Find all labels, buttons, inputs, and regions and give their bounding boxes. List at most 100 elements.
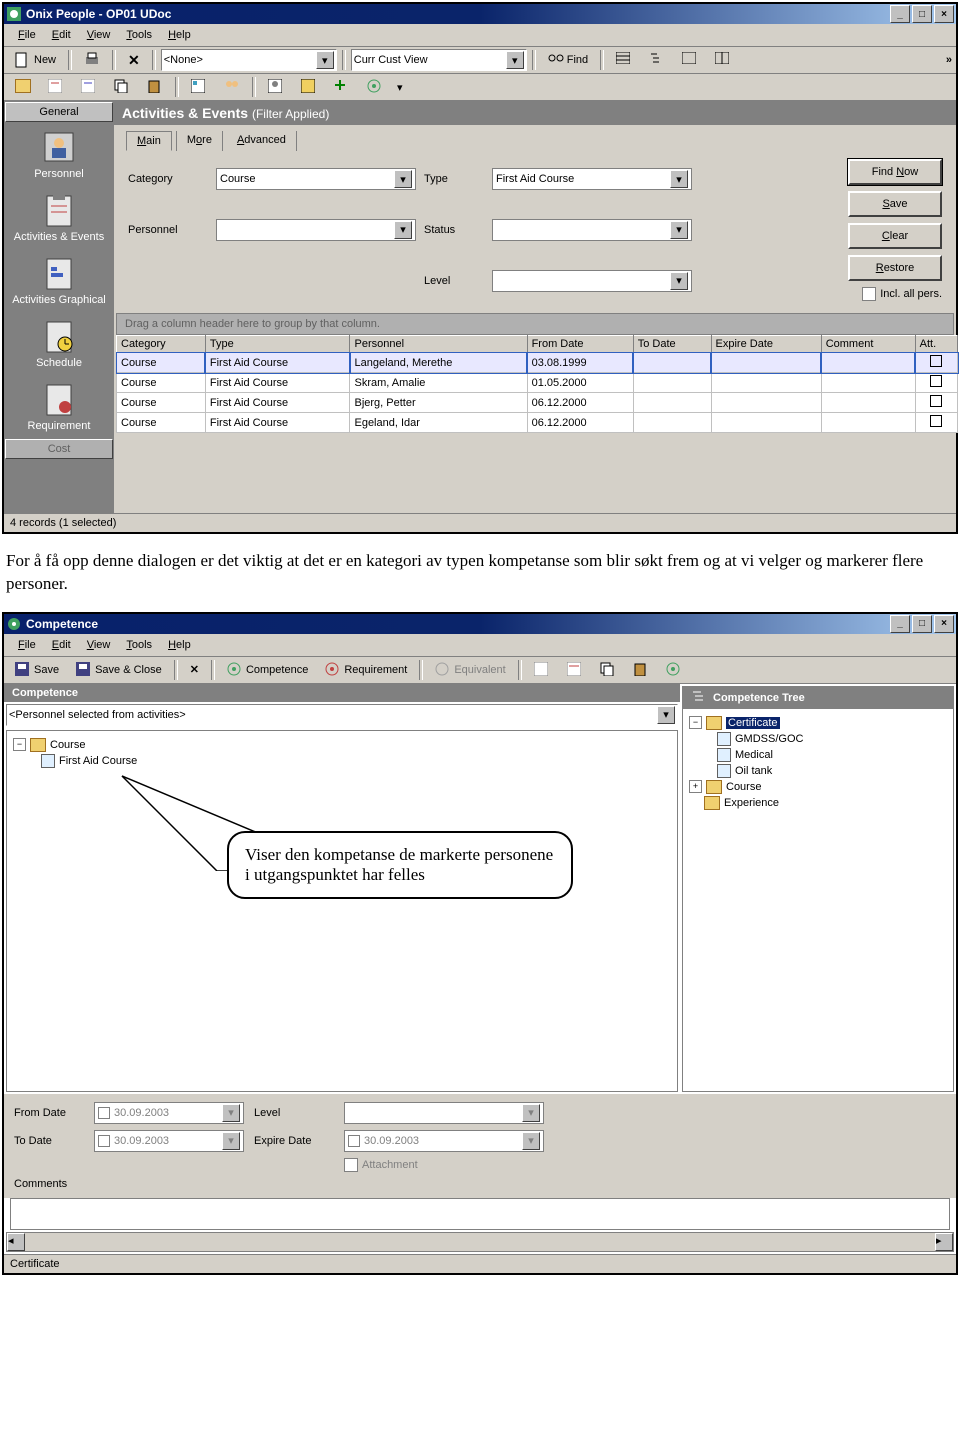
type-combo[interactable]: First Aid Course▾ xyxy=(492,168,692,190)
tb2-btn1[interactable] xyxy=(8,76,38,98)
tree-node-experience[interactable]: Experience xyxy=(689,795,947,811)
maximize-button[interactable]: □ xyxy=(912,615,932,633)
minimize-button[interactable]: _ xyxy=(890,615,910,633)
tb2-btn11[interactable] xyxy=(360,76,390,98)
menu-help[interactable]: Help xyxy=(160,27,199,43)
table-row[interactable]: CourseFirst Aid CourseLangeland, Merethe… xyxy=(117,353,958,373)
tab-main[interactable]: Main xyxy=(126,131,172,151)
nav-activities-events[interactable]: Activities & Events xyxy=(4,186,114,249)
tree-node-firstaid[interactable]: First Aid Course xyxy=(13,753,671,769)
col-att[interactable]: Att. xyxy=(915,336,957,353)
window-competence: Competence _ □ × File Edit View Tools He… xyxy=(2,612,958,1275)
col-type[interactable]: Type xyxy=(205,336,350,353)
tb2-btn4[interactable] xyxy=(107,76,137,98)
filter-combo-1[interactable]: <None>▾ xyxy=(161,49,337,71)
comments-textarea[interactable] xyxy=(10,1198,950,1230)
col-expire[interactable]: Expire Date xyxy=(711,336,821,353)
find-button[interactable]: Find xyxy=(541,49,595,71)
status-label: Status xyxy=(424,224,484,236)
incl-all-checkbox[interactable]: Incl. all pers. xyxy=(862,287,942,301)
tree-node-gmdss[interactable]: GMDSS/GOC xyxy=(689,731,947,747)
tb2-btn3[interactable] xyxy=(74,76,104,98)
tb-btn-1[interactable] xyxy=(527,659,557,681)
category-combo[interactable]: Course▾ xyxy=(216,168,416,190)
tb2-btn8[interactable] xyxy=(261,76,291,98)
find-now-button[interactable]: Find Now xyxy=(848,159,942,185)
nav-requirement[interactable]: Requirement xyxy=(4,375,114,438)
save-button[interactable]: Save xyxy=(848,191,942,217)
nav-activities-graphical[interactable]: Activities Graphical xyxy=(4,249,114,312)
close-button[interactable]: × xyxy=(934,615,954,633)
tb2-btn5[interactable] xyxy=(140,76,170,98)
print-button[interactable] xyxy=(77,49,107,71)
level-combo[interactable]: ▾ xyxy=(492,270,692,292)
menu-edit[interactable]: Edit xyxy=(44,637,79,653)
nav-header[interactable]: General xyxy=(5,102,113,122)
col-category[interactable]: Category xyxy=(117,336,206,353)
maximize-button[interactable]: □ xyxy=(912,5,932,23)
left-pane-header: Competence xyxy=(4,684,680,702)
dropdown-arrow[interactable]: ▾ xyxy=(393,81,407,94)
scroll-left-button[interactable]: ◂ xyxy=(7,1233,25,1251)
clear-button[interactable]: Clear xyxy=(848,223,942,249)
tab-more[interactable]: More xyxy=(176,131,223,151)
delete-button[interactable]: ✕ xyxy=(121,49,147,71)
menu-tools[interactable]: Tools xyxy=(118,27,160,43)
horizontal-scrollbar[interactable]: ◂▸ xyxy=(6,1232,954,1252)
menu-file[interactable]: File xyxy=(10,27,44,43)
tb-btn-5[interactable] xyxy=(659,659,689,681)
tree-node-oiltank[interactable]: Oil tank xyxy=(689,763,947,779)
tree-node-course[interactable]: −Course xyxy=(13,737,671,753)
view-btn-2[interactable] xyxy=(642,49,672,71)
filter-combo-2[interactable]: Curr Cust View▾ xyxy=(351,49,527,71)
table-row[interactable]: CourseFirst Aid CourseEgeland, Idar06.12… xyxy=(117,413,958,433)
group-hint[interactable]: Drag a column header here to group by th… xyxy=(116,313,954,335)
view-btn-1[interactable] xyxy=(609,49,639,71)
view-btn-4[interactable] xyxy=(708,49,738,71)
overflow-chevron[interactable]: » xyxy=(946,54,952,66)
close-button[interactable]: × xyxy=(934,5,954,23)
menu-help[interactable]: Help xyxy=(160,637,199,653)
delete-button[interactable]: ✕ xyxy=(183,659,206,681)
col-fromdate[interactable]: From Date xyxy=(527,336,633,353)
tb2-btn2[interactable] xyxy=(41,76,71,98)
menu-file[interactable]: File xyxy=(10,637,44,653)
menu-view[interactable]: View xyxy=(79,637,119,653)
save-close-button[interactable]: Save & Close xyxy=(69,659,169,681)
scroll-right-button[interactable]: ▸ xyxy=(935,1233,953,1251)
requirement-button[interactable]: Requirement xyxy=(318,659,414,681)
tree-node-certificate[interactable]: −Certificate xyxy=(689,715,947,731)
competence-button[interactable]: Competence xyxy=(220,659,315,681)
tb2-btn9[interactable] xyxy=(294,76,324,98)
nav-schedule[interactable]: Schedule xyxy=(4,312,114,375)
save-button[interactable]: Save xyxy=(8,659,66,681)
new-button[interactable]: New xyxy=(8,49,63,71)
menu-tools[interactable]: Tools xyxy=(118,637,160,653)
tb-btn-4[interactable] xyxy=(626,659,656,681)
col-comment[interactable]: Comment xyxy=(821,336,915,353)
menu-view[interactable]: View xyxy=(79,27,119,43)
tb2-btn7[interactable] xyxy=(217,76,247,98)
tb-btn-3[interactable] xyxy=(593,659,623,681)
minimize-button[interactable]: _ xyxy=(890,5,910,23)
copy-icon xyxy=(600,662,616,678)
restore-button[interactable]: Restore xyxy=(848,255,942,281)
personnel-combo[interactable]: <Personnel selected from activities>▾ xyxy=(6,704,678,726)
folder-icon xyxy=(30,738,46,752)
nav-cost[interactable]: Cost xyxy=(5,439,113,459)
nav-personnel[interactable]: Personnel xyxy=(4,123,114,186)
tab-advanced[interactable]: Advanced xyxy=(227,131,297,151)
tree-node-medical[interactable]: Medical xyxy=(689,747,947,763)
table-row[interactable]: CourseFirst Aid CourseBjerg, Petter06.12… xyxy=(117,393,958,413)
col-personnel[interactable]: Personnel xyxy=(350,336,527,353)
tb2-btn6[interactable] xyxy=(184,76,214,98)
status-combo[interactable]: ▾ xyxy=(492,219,692,241)
tree-node-course[interactable]: +Course xyxy=(689,779,947,795)
view-btn-3[interactable] xyxy=(675,49,705,71)
tb2-btn10[interactable] xyxy=(327,76,357,98)
table-row[interactable]: CourseFirst Aid CourseSkram, Amalie01.05… xyxy=(117,373,958,393)
menu-edit[interactable]: Edit xyxy=(44,27,79,43)
personnel-combo[interactable]: ▾ xyxy=(216,219,416,241)
col-todate[interactable]: To Date xyxy=(633,336,711,353)
tb-btn-2[interactable] xyxy=(560,659,590,681)
